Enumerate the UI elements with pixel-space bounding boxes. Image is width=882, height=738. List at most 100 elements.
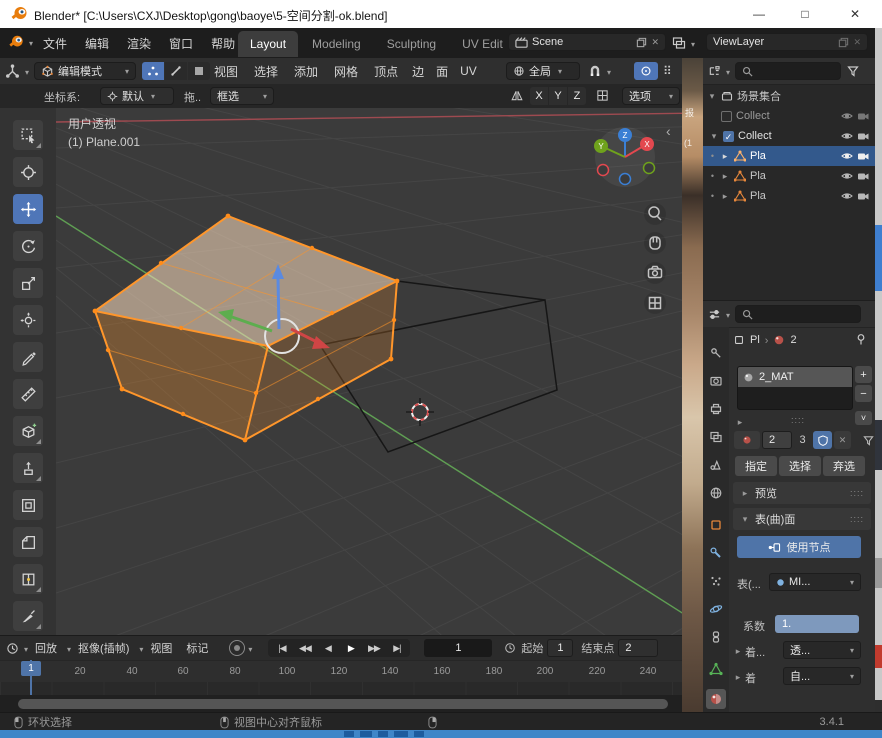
- box-select-dropdown[interactable]: 框选: [210, 87, 274, 105]
- camera-visibility-icon[interactable]: [857, 190, 869, 202]
- outliner-row-collection-1[interactable]: Collect: [703, 106, 875, 126]
- maximize-button[interactable]: □: [782, 0, 828, 28]
- menu-edge[interactable]: 边: [406, 63, 430, 80]
- tab-output[interactable]: [706, 399, 726, 419]
- tab-scene[interactable]: [706, 455, 726, 475]
- menu-keying[interactable]: 抠像(插帧): [71, 640, 136, 656]
- disclosure-icon[interactable]: [733, 646, 743, 657]
- orientation-setting-dropdown[interactable]: 默认: [100, 87, 174, 105]
- menu-render[interactable]: 渲染: [118, 35, 160, 52]
- camera-view-icon[interactable]: [644, 262, 666, 284]
- prev-keyframe-button[interactable]: ◀◀: [293, 643, 316, 654]
- menu-file[interactable]: 文件: [34, 35, 76, 52]
- auto-keying-record-button[interactable]: [229, 640, 245, 656]
- tab-render[interactable]: [706, 371, 726, 391]
- timeline-track[interactable]: [0, 682, 682, 695]
- slot-expand-icon[interactable]: [735, 417, 745, 428]
- menu-view[interactable]: 视图: [206, 63, 246, 80]
- outliner-row-collection-2[interactable]: Collect: [703, 126, 875, 146]
- start-frame-field[interactable]: 1: [547, 639, 573, 657]
- menu-vertex[interactable]: 顶点: [366, 63, 406, 80]
- unlink-material-button[interactable]: [834, 431, 851, 449]
- minimize-button[interactable]: —: [736, 0, 782, 28]
- tool-knife[interactable]: [13, 601, 43, 631]
- close-button[interactable]: ✕: [828, 0, 882, 28]
- tab-modifiers[interactable]: [706, 543, 726, 563]
- grid-snap-icon[interactable]: [596, 89, 609, 102]
- tab-object-data[interactable]: [706, 659, 726, 679]
- outliner-row-object[interactable]: Pla: [703, 186, 875, 206]
- next-keyframe-button[interactable]: ▶▶: [362, 643, 385, 654]
- orthographic-toggle-icon[interactable]: [644, 292, 666, 314]
- menu-add[interactable]: 添加: [286, 63, 326, 80]
- mode-selector[interactable]: 编辑模式: [34, 62, 136, 80]
- proportional-edit-button[interactable]: [634, 62, 658, 80]
- outliner-row-scene-collection[interactable]: 场景集合: [703, 86, 875, 106]
- viewport-3d[interactable]: 用户透视 (1) Plane.001 ‹ Z Y X: [56, 108, 682, 635]
- breadcrumb-object[interactable]: Pl: [750, 334, 760, 346]
- tool-measure[interactable]: [13, 379, 43, 409]
- material-users-count[interactable]: 3: [794, 431, 811, 449]
- tool-loop-cut[interactable]: [13, 564, 43, 594]
- tool-rotate[interactable]: [13, 231, 43, 261]
- tool-annotate[interactable]: [13, 342, 43, 372]
- breadcrumb-material[interactable]: 2: [790, 334, 796, 346]
- browse-material-button[interactable]: [734, 431, 760, 449]
- disclosure-icon[interactable]: [720, 151, 730, 162]
- hide-eye-icon[interactable]: [841, 110, 853, 122]
- deselect-button[interactable]: 弃选: [823, 456, 865, 476]
- properties-editor-type-button[interactable]: [708, 306, 730, 322]
- workspace-tab-uv-edit[interactable]: UV Edit: [450, 31, 515, 57]
- end-frame-field[interactable]: 2: [618, 639, 658, 657]
- properties-search-input[interactable]: [735, 305, 861, 323]
- tool-add-cube[interactable]: [13, 416, 43, 446]
- menu-edit[interactable]: 编辑: [76, 35, 118, 52]
- view-layer-icon-button[interactable]: [672, 35, 695, 51]
- tool-move[interactable]: [13, 194, 43, 224]
- overlays-icon[interactable]: ⠿: [663, 64, 672, 78]
- mirror-z-button[interactable]: Z: [568, 87, 586, 105]
- tool-cursor[interactable]: [13, 157, 43, 187]
- tab-material[interactable]: [706, 689, 726, 709]
- material-slot-list[interactable]: 2_MAT: [737, 366, 853, 410]
- shader-row-b-dropdown[interactable]: 自...: [783, 667, 861, 685]
- remove-material-slot-button[interactable]: −: [855, 385, 872, 402]
- filter-icon[interactable]: [863, 435, 874, 446]
- tab-constraints[interactable]: [706, 627, 726, 647]
- menu-marker[interactable]: 标记: [179, 640, 215, 656]
- timeline-ruler[interactable]: 20 40 60 80 100 120 140 160 180 200 220 …: [0, 660, 682, 683]
- timeline-editor-type-button[interactable]: [6, 640, 28, 656]
- pin-icon[interactable]: [855, 333, 867, 345]
- select-button[interactable]: 选择: [779, 456, 821, 476]
- tab-view-layer[interactable]: [706, 427, 726, 447]
- material-specials-button[interactable]: ˅: [855, 411, 872, 425]
- outliner-row-object-selected[interactable]: Pla: [703, 146, 875, 166]
- fake-user-shield-button[interactable]: [813, 431, 832, 449]
- jump-to-start-button[interactable]: |◀: [270, 643, 293, 654]
- factor-slider[interactable]: 1.: [775, 615, 859, 633]
- selected-mesh[interactable]: [93, 214, 400, 443]
- menu-mesh[interactable]: 网格: [326, 63, 366, 80]
- tool-transform[interactable]: [13, 305, 43, 335]
- menu-select[interactable]: 选择: [246, 63, 286, 80]
- vertex-select-mode-button[interactable]: [142, 62, 164, 80]
- mirror-x-button[interactable]: X: [530, 87, 548, 105]
- playhead-label[interactable]: 1: [21, 661, 41, 676]
- tab-tool[interactable]: [706, 343, 726, 363]
- shader-row-a-dropdown[interactable]: 透...: [783, 641, 861, 659]
- scrollbar-thumb[interactable]: [18, 699, 668, 709]
- play-reverse-button[interactable]: ◀: [316, 643, 339, 654]
- unlink-scene-icon[interactable]: [651, 36, 659, 48]
- hide-eye-icon[interactable]: [841, 170, 853, 182]
- mirror-y-button[interactable]: Y: [549, 87, 567, 105]
- add-material-slot-button[interactable]: +: [855, 366, 872, 383]
- menu-window[interactable]: 窗口: [160, 35, 202, 52]
- menu-uv[interactable]: UV: [454, 64, 483, 78]
- menu-face[interactable]: 面: [430, 63, 454, 80]
- tool-bevel[interactable]: [13, 527, 43, 557]
- camera-visibility-icon[interactable]: [857, 130, 869, 142]
- tool-inset-faces[interactable]: [13, 490, 43, 520]
- collection-exclude-checkbox[interactable]: [721, 111, 732, 122]
- edge-select-mode-button[interactable]: [165, 62, 187, 80]
- material-slot-selected[interactable]: 2_MAT: [738, 367, 852, 387]
